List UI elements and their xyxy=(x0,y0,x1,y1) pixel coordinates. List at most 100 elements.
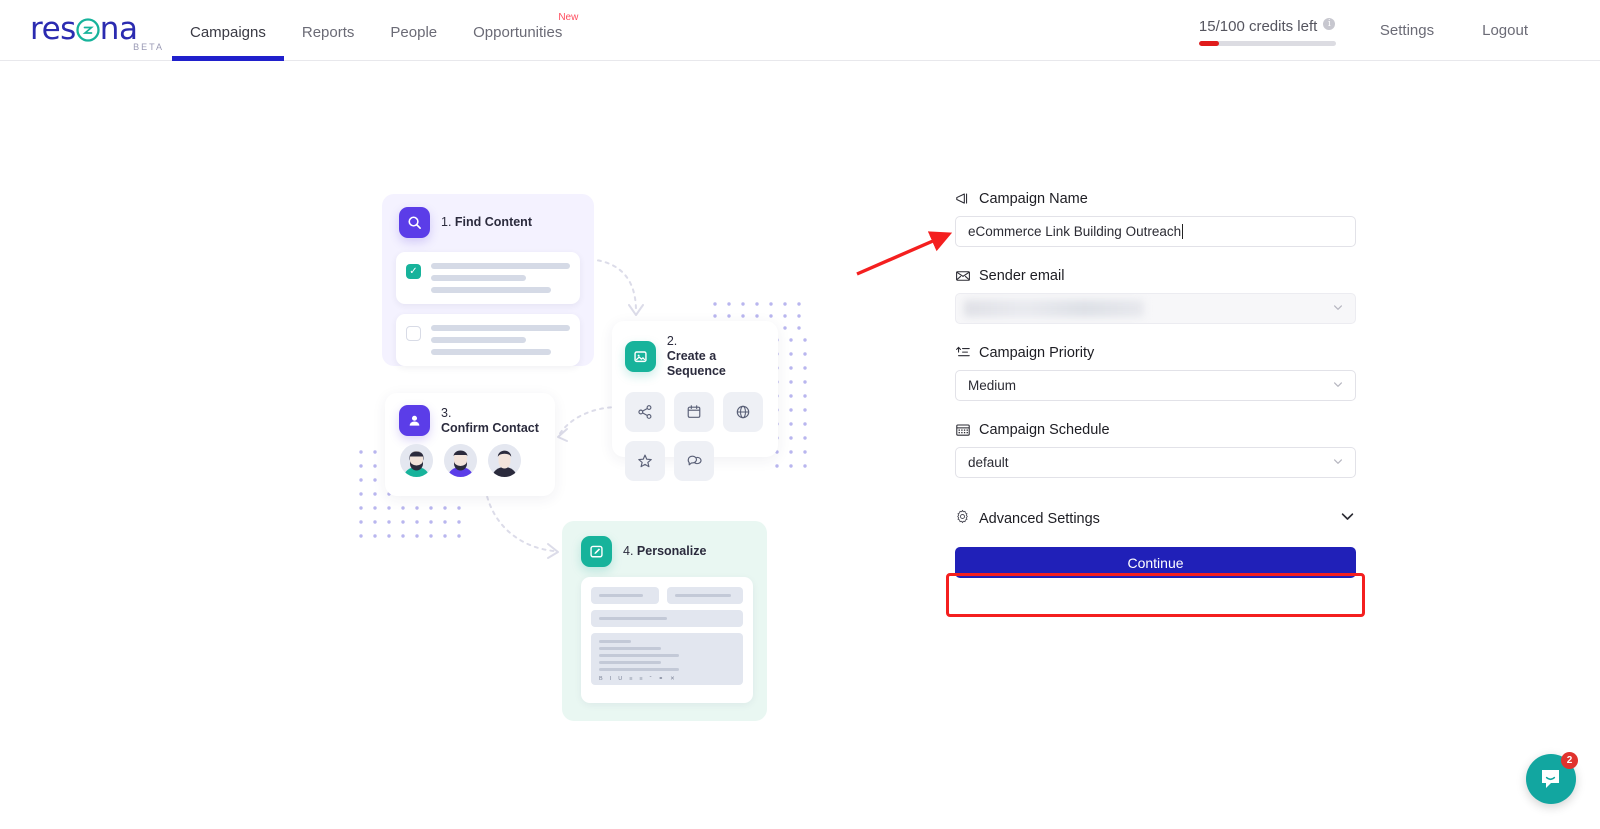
bold-icon: B xyxy=(599,676,603,682)
editor-field-block xyxy=(667,587,743,604)
link-icon: ⚭ xyxy=(658,676,664,682)
chat-bubble-icon xyxy=(1542,770,1559,788)
campaign-schedule-select[interactable]: default xyxy=(955,447,1356,478)
editor-subject-block xyxy=(591,610,743,627)
label-campaign-name: Campaign Name xyxy=(955,191,1356,207)
respona-logo[interactable]: res na BETA xyxy=(30,11,170,52)
nav-item-opportunities[interactable]: Opportunities New xyxy=(455,0,580,61)
content-row-lines xyxy=(431,263,570,293)
align-icon: ≡ xyxy=(639,676,643,682)
credits-indicator: 15/100 credits left i xyxy=(1198,16,1336,46)
content-row-lines xyxy=(431,325,570,355)
underline-icon: U xyxy=(618,676,623,682)
field-campaign-schedule: Campaign Schedule default xyxy=(955,422,1356,478)
label-campaign-schedule: Campaign Schedule xyxy=(955,422,1356,438)
globe-icon[interactable] xyxy=(723,392,763,432)
advanced-settings-label: Advanced Settings xyxy=(979,511,1100,527)
step-number-2: 2. xyxy=(666,334,678,348)
search-icon xyxy=(399,207,430,238)
chevron-down-icon xyxy=(1332,301,1344,316)
editor-field-block xyxy=(591,587,659,604)
envelope-icon xyxy=(955,268,971,284)
star-icon[interactable] xyxy=(625,441,665,481)
calendar-icon[interactable] xyxy=(674,392,714,432)
editor-body-block: B I U ≡ ≡ “ ⚭ ✕ xyxy=(591,633,743,685)
info-icon[interactable]: i xyxy=(1323,17,1336,30)
illustration-step-create-sequence: 2. Create a Sequence xyxy=(612,321,778,481)
list-icon: ≡ xyxy=(629,676,633,682)
logo-beta-tag: BETA xyxy=(133,42,164,52)
nav-badge-new: New xyxy=(558,12,579,23)
continue-button[interactable]: Continue xyxy=(955,547,1356,578)
step-title-2: 2. Create a Sequence xyxy=(667,334,778,379)
nav-item-campaigns[interactable]: Campaigns xyxy=(172,0,284,61)
illustration-step-personalize: 4. Personalize B I U ≡ ≡ “ ⚭ ✕ xyxy=(562,521,767,721)
top-navigation-bar: res na BETA Campaigns Reports People Oppo… xyxy=(0,0,1600,61)
chevron-down-icon xyxy=(1332,378,1344,393)
illustration-step-confirm-contact: 3. Confirm Contact xyxy=(385,393,555,496)
step-label-1: Find Content xyxy=(454,215,532,229)
person-icon xyxy=(399,405,430,436)
top-right-actions: 15/100 credits left i Settings Logout xyxy=(1198,0,1600,61)
personalize-editor-mock: B I U ≡ ≡ “ ⚭ ✕ xyxy=(581,577,753,703)
nav-item-people[interactable]: People xyxy=(372,0,455,61)
main-stage: 1. Find Content ✓ 2. Create a Sequence 3… xyxy=(0,61,1600,829)
campaign-name-value: eCommerce Link Building Outreach xyxy=(968,224,1182,239)
field-sender-email: Sender email xyxy=(955,268,1356,324)
step-title-3: 3. Confirm Contact xyxy=(441,406,539,436)
step-number-3: 3. xyxy=(441,405,452,420)
sender-email-redacted-value xyxy=(964,300,1144,317)
illustration-step-find-content: 1. Find Content ✓ xyxy=(382,194,594,366)
logo-circle-icon xyxy=(76,18,100,42)
avatar xyxy=(488,444,521,477)
sender-email-select[interactable] xyxy=(955,293,1356,324)
priority-icon xyxy=(955,345,971,361)
advanced-settings-toggle[interactable]: Advanced Settings xyxy=(955,508,1356,530)
chevron-down-icon[interactable] xyxy=(1339,508,1356,530)
chat-icon[interactable] xyxy=(674,441,714,481)
dot-grid-right-column xyxy=(775,338,807,468)
credits-text: 15/100 credits left xyxy=(1198,17,1318,35)
step-label-3: Confirm Contact xyxy=(441,420,539,435)
step-title-1: 1. Find Content xyxy=(441,215,532,230)
checkbox-checked-icon[interactable]: ✓ xyxy=(406,264,421,279)
avatar xyxy=(444,444,477,477)
calendar-icon xyxy=(955,422,971,438)
settings-link[interactable]: Settings xyxy=(1380,22,1434,39)
chat-unread-badge: 2 xyxy=(1561,752,1578,769)
editor-toolbar: B I U ≡ ≡ “ ⚭ ✕ xyxy=(599,676,675,682)
campaign-setup-form: Campaign Name eCommerce Link Building Ou… xyxy=(955,191,1356,578)
label-text-sender-email: Sender email xyxy=(979,268,1065,284)
chevron-down-icon xyxy=(1332,455,1344,470)
italic-icon: I xyxy=(609,676,612,682)
text-cursor xyxy=(1182,224,1184,239)
avatar xyxy=(400,444,433,477)
quote-icon: “ xyxy=(649,676,652,682)
content-row-checked[interactable]: ✓ xyxy=(396,252,580,304)
campaign-schedule-value: default xyxy=(968,455,1009,470)
nav-label-campaigns: Campaigns xyxy=(190,24,266,41)
label-campaign-priority: Campaign Priority xyxy=(955,345,1356,361)
nav-label-opportunities: Opportunities xyxy=(473,24,563,41)
onboarding-illustration: 1. Find Content ✓ 2. Create a Sequence 3… xyxy=(340,161,860,741)
campaign-priority-value: Medium xyxy=(968,378,1017,393)
logo-wordmark: res na xyxy=(30,11,138,47)
content-row-unchecked[interactable] xyxy=(396,314,580,366)
step-number-1: 1. xyxy=(441,215,452,229)
megaphone-icon xyxy=(955,191,971,207)
credits-label: 15/100 credits left i xyxy=(1198,17,1336,35)
campaign-name-input[interactable]: eCommerce Link Building Outreach xyxy=(955,216,1356,247)
annotation-highlight-continue xyxy=(946,573,1365,617)
checkbox-unchecked-icon[interactable] xyxy=(406,326,421,341)
campaign-priority-select[interactable]: Medium xyxy=(955,370,1356,401)
step-title-4: 4. Personalize xyxy=(623,544,706,559)
label-text-campaign-priority: Campaign Priority xyxy=(979,345,1095,361)
share-icon[interactable] xyxy=(625,392,665,432)
gear-icon xyxy=(955,509,970,529)
logout-link[interactable]: Logout xyxy=(1482,22,1528,39)
nav-item-reports[interactable]: Reports xyxy=(284,0,373,61)
chat-widget-button[interactable]: 2 xyxy=(1526,752,1578,804)
edit-square-icon xyxy=(581,536,612,567)
label-sender-email: Sender email xyxy=(955,268,1356,284)
credits-progress-bar xyxy=(1198,40,1336,46)
